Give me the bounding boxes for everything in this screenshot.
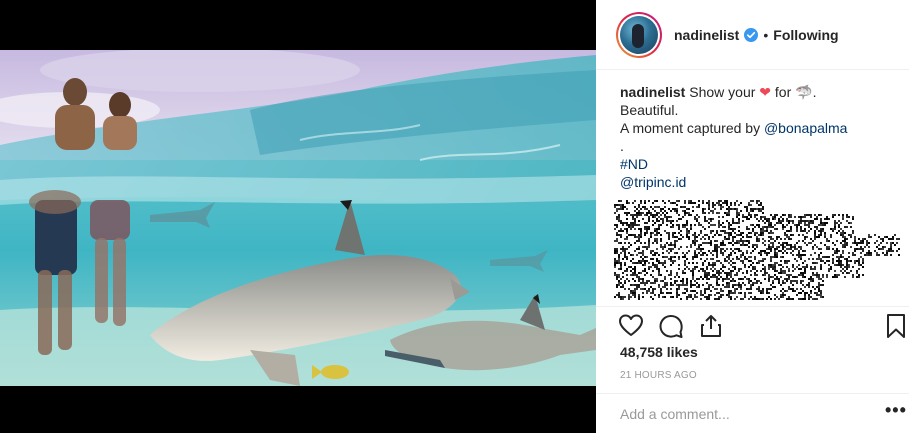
- post-caption: nadinelist Show your ❤ for 🦈. Beautiful.…: [620, 83, 890, 191]
- hashtag-nd[interactable]: #ND: [620, 155, 890, 173]
- bookmark-icon[interactable]: [885, 313, 907, 339]
- header-username[interactable]: nadinelist: [674, 27, 739, 43]
- caption-text: Show your: [689, 84, 756, 100]
- post-timestamp: 21 HOURS AGO: [620, 370, 697, 381]
- mention-tripinc[interactable]: @tripinc.id: [620, 173, 890, 191]
- heart-icon[interactable]: [618, 313, 644, 339]
- post-photo[interactable]: [0, 50, 596, 386]
- instagram-post-view: nadinelist • Following nadinelist Show y…: [0, 0, 909, 433]
- caption-period: .: [812, 84, 817, 100]
- post-media-area: [0, 0, 596, 433]
- caption-line-1: nadinelist Show your ❤ for 🦈.: [620, 83, 890, 101]
- caption-username[interactable]: nadinelist: [620, 84, 685, 100]
- share-icon[interactable]: [698, 313, 724, 339]
- verified-badge-icon: [744, 27, 759, 42]
- obscured-comments: [614, 200, 900, 300]
- caption-credit: A moment captured by: [620, 120, 761, 136]
- caption-line-3: A moment captured by @bonapalma: [620, 119, 890, 137]
- caption-line-2: Beautiful.: [620, 102, 679, 118]
- header-separator: •: [763, 26, 769, 43]
- comment-icon[interactable]: [658, 313, 684, 339]
- more-options-icon[interactable]: •••: [885, 401, 907, 419]
- mention-bonapalma[interactable]: @bonapalma: [764, 120, 848, 136]
- shark-emoji-icon: 🦈: [795, 84, 813, 100]
- caption-line-4: .: [620, 138, 624, 154]
- avatar-ring: [618, 13, 660, 56]
- caption-text-2: for: [774, 84, 792, 100]
- underwater-shark-photo: [0, 50, 596, 386]
- action-bar: [596, 306, 909, 342]
- post-side-panel: nadinelist • Following nadinelist Show y…: [596, 0, 909, 433]
- heart-emoji-icon: ❤: [759, 84, 772, 100]
- following-button[interactable]: Following: [773, 27, 838, 43]
- post-header: nadinelist • Following: [596, 0, 909, 70]
- likes-count[interactable]: 48,758 likes: [620, 344, 698, 360]
- add-comment-input[interactable]: [620, 404, 870, 424]
- comment-bar: •••: [596, 393, 909, 433]
- avatar-image: [620, 15, 658, 54]
- avatar[interactable]: [616, 11, 662, 58]
